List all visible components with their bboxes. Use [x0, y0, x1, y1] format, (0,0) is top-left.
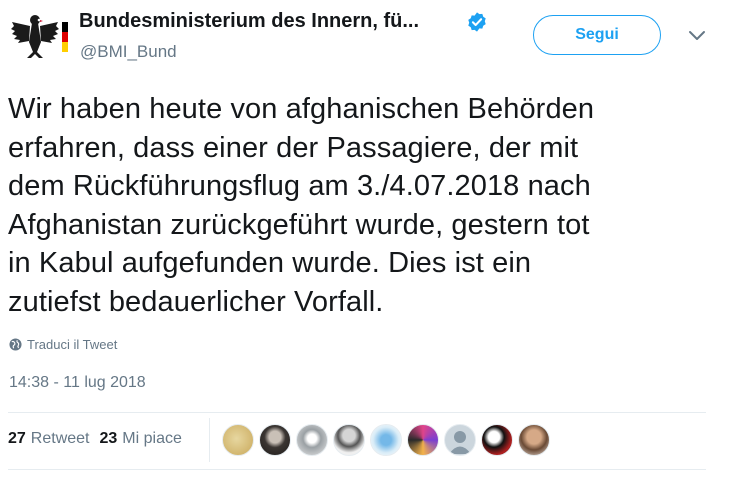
engagement-stats: 27 Retweet 23 Mi piace: [8, 430, 192, 448]
like-label[interactable]: Mi piace: [122, 430, 182, 448]
default-avatar-icon: [449, 431, 471, 454]
avatar[interactable]: [333, 424, 365, 456]
avatar[interactable]: [296, 424, 328, 456]
avatar[interactable]: [407, 424, 439, 456]
follow-button[interactable]: Segui: [533, 15, 661, 55]
retweet-label[interactable]: Retweet: [31, 430, 90, 448]
translate-label[interactable]: Traduci il Tweet: [27, 337, 117, 352]
verified-badge-icon: [468, 12, 486, 32]
account-name[interactable]: Bundesministerium des Innern, fü...: [79, 10, 419, 33]
divider-bottom: [8, 469, 706, 470]
avatar[interactable]: [259, 424, 291, 456]
avatar[interactable]: [222, 424, 254, 456]
avatar[interactable]: [518, 424, 550, 456]
account-handle[interactable]: @BMI_Bund: [80, 42, 177, 62]
like-count[interactable]: 23: [100, 430, 118, 448]
liker-avatars: [222, 424, 555, 456]
tweet-header: Bundesministerium des Innern, fü... @BMI…: [0, 0, 734, 80]
federal-eagle-logo-icon[interactable]: [10, 12, 68, 62]
tweet-text: Wir haben heute von afghanischen Behörde…: [8, 93, 595, 318]
avatar[interactable]: [481, 424, 513, 456]
translate-tweet-link[interactable]: Traduci il Tweet: [9, 337, 117, 352]
avatar[interactable]: [370, 424, 402, 456]
globe-icon: [9, 338, 22, 351]
stats-separator: [209, 418, 210, 462]
chevron-down-icon[interactable]: [688, 28, 706, 42]
avatar[interactable]: [444, 424, 476, 456]
divider-top: [8, 412, 706, 413]
tweet-timestamp[interactable]: 14:38 - 11 lug 2018: [9, 374, 146, 392]
retweet-count[interactable]: 27: [8, 430, 26, 448]
